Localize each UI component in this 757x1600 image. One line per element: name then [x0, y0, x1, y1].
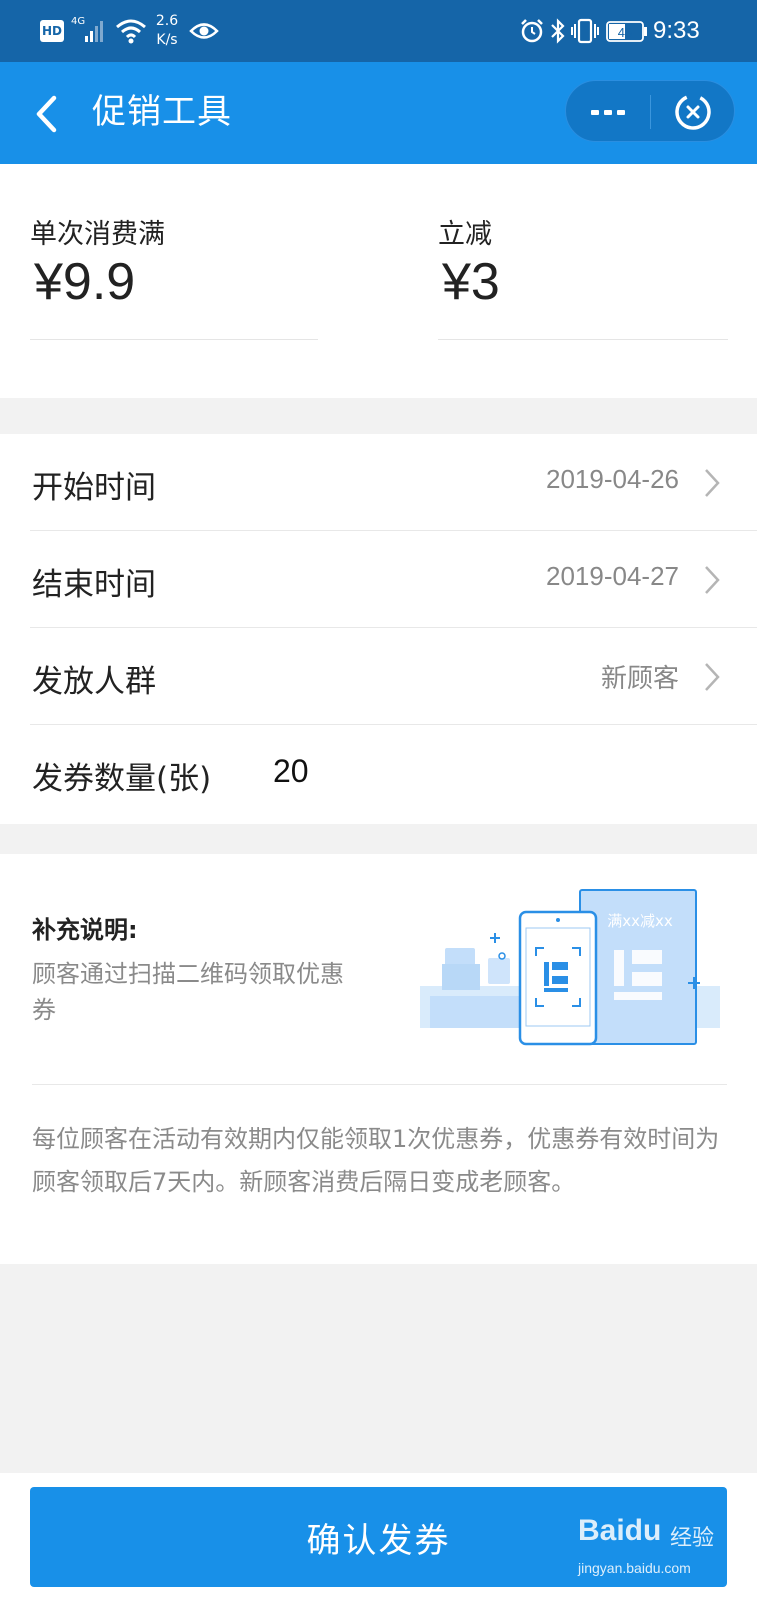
supplement-title: 补充说明:: [32, 916, 138, 944]
quantity-input[interactable]: 20: [273, 753, 309, 790]
page-title: 促销工具: [92, 92, 232, 132]
start-time-row[interactable]: 开始时间 2019-04-26: [0, 434, 757, 531]
more-button[interactable]: [566, 81, 650, 143]
supplement-description: 顾客通过扫描二维码领取优惠券: [32, 960, 344, 1024]
qr-coupon-illustration: 满xx减xx: [420, 889, 720, 1046]
wifi-icon: [115, 15, 147, 47]
chevron-right-icon: [705, 566, 720, 594]
discount-underline: [438, 339, 728, 340]
back-button[interactable]: [30, 92, 70, 136]
discount-value[interactable]: ¥3: [442, 252, 500, 312]
network-type-label: 4G: [71, 16, 85, 27]
illustration-coupon-text: 满xx减xx: [607, 912, 673, 930]
quantity-label: 发券数量(张): [32, 761, 212, 797]
threshold-label: 单次消费满: [30, 219, 165, 250]
nav-bar: 促销工具: [0, 62, 757, 164]
start-time-label: 开始时间: [32, 470, 156, 506]
threshold-underline: [30, 339, 318, 340]
mini-program-capsule: [565, 80, 735, 142]
status-bar: HD 4G 2.6 K/s 46 9:33: [0, 0, 757, 62]
threshold-value[interactable]: ¥9.9: [34, 252, 135, 312]
watermark-url: jingyan.baidu.com: [578, 1560, 691, 1576]
bluetooth-icon: [548, 17, 568, 45]
alarm-icon: [519, 18, 545, 44]
end-time-value: 2019-04-27: [546, 561, 679, 591]
baidu-jingyan-watermark: Baidu 经验 jingyan.baidu.com: [578, 1512, 728, 1588]
watermark-brand: Baidu: [578, 1514, 662, 1547]
chevron-left-icon: [36, 95, 57, 133]
hd-badge: HD: [40, 20, 64, 42]
start-time-value: 2019-04-26: [546, 464, 679, 494]
settings-list: 开始时间 2019-04-26 结束时间 2019-04-27 发放人群 新顾客…: [0, 434, 757, 824]
close-mini-program-button[interactable]: [651, 81, 735, 143]
battery-level: 46: [618, 25, 632, 40]
speed-unit: K/s: [156, 32, 178, 48]
discount-label: 立减: [438, 219, 492, 250]
clock: 9:33: [653, 17, 700, 44]
vibrate-icon: [570, 17, 600, 45]
audience-value: 新顾客: [600, 664, 679, 694]
audience-row[interactable]: 发放人群 新顾客: [0, 628, 757, 725]
end-time-label: 结束时间: [32, 567, 156, 603]
audience-label: 发放人群: [32, 664, 156, 700]
battery-icon: 46: [606, 21, 648, 42]
close-target-icon: [675, 94, 711, 130]
cellular-signal-icon: 4G: [70, 14, 110, 44]
usage-notice: 每位顾客在活动有效期内仅能领取1次优惠券，优惠券有效时间为顾客领取后7天内。新顾…: [32, 1125, 720, 1196]
supplement-section: 补充说明: 顾客通过扫描二维码领取优惠券 满xx减xx 每位顾客在活动有效期内仅…: [0, 854, 757, 1264]
end-time-row[interactable]: 结束时间 2019-04-27: [0, 531, 757, 628]
quantity-row: 发券数量(张) 20: [0, 725, 757, 822]
eye-icon: [189, 18, 219, 44]
watermark-sub: 经验: [670, 1526, 715, 1551]
promo-amount-section: 单次消费满 ¥9.9 立减 ¥3: [0, 164, 757, 398]
network-speed: 2.6 K/s: [150, 12, 184, 50]
chevron-right-icon: [705, 469, 720, 497]
supplement-divider: [32, 1084, 727, 1085]
more-dots-icon: [591, 110, 625, 115]
chevron-right-icon: [705, 663, 720, 691]
speed-value: 2.6: [155, 13, 179, 29]
